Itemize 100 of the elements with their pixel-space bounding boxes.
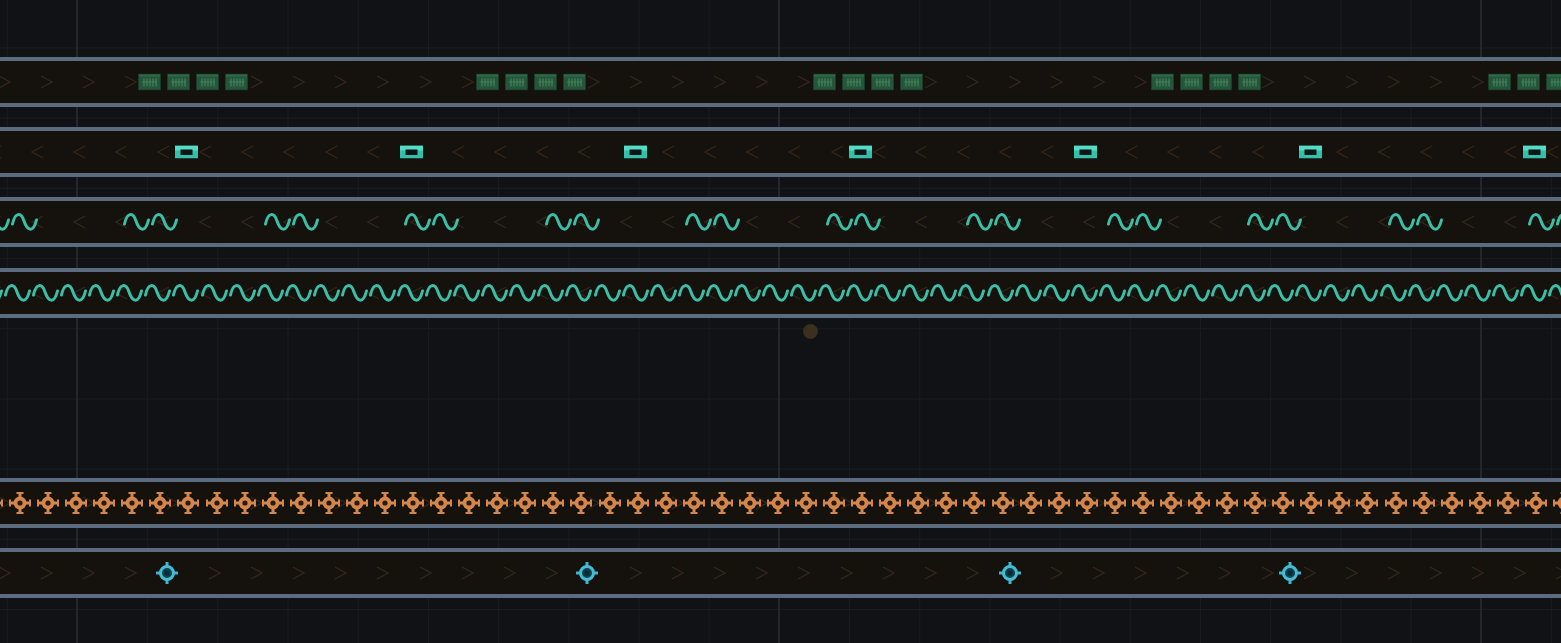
chevron-right-icon: [1386, 75, 1400, 89]
crosshair-icon: [9, 492, 32, 515]
chevron-left-icon: [1462, 285, 1475, 300]
sine-wave-icon: [958, 281, 986, 304]
sine-wave-icon: [1098, 281, 1126, 304]
chevron-right-icon: [1302, 566, 1316, 581]
chevron-left-icon: [283, 215, 297, 230]
sine-wave-icon: [340, 281, 368, 304]
chevron-right-icon: [671, 496, 685, 511]
chevron-right-icon: [81, 75, 95, 89]
sine-wave-icon: [544, 211, 572, 234]
chevron-left-icon: [535, 285, 549, 300]
chevron-left-icon: [746, 215, 760, 230]
chevron-right-icon: [292, 566, 306, 581]
sine-wave-icon: [1134, 211, 1162, 234]
chevron-left-icon: [1209, 215, 1223, 230]
crate-icon: [225, 73, 248, 91]
chevron-right-icon: [0, 496, 11, 511]
sine-wave-icon: [565, 281, 593, 304]
sine-wave-icon: [1247, 211, 1274, 234]
chevron-right-icon: [376, 566, 390, 581]
chevron-right-icon: [671, 75, 685, 89]
sine-wave-icon: [1387, 211, 1415, 234]
crosshair-icon: [1468, 492, 1491, 515]
crosshair-icon: [486, 492, 509, 515]
crosshair-icon: [430, 492, 453, 515]
crosshair-icon: [682, 492, 705, 515]
chevron-left-icon: [704, 285, 718, 300]
chevron-left-icon: [451, 285, 465, 300]
chevron-left-icon: [577, 215, 591, 230]
crosshair-icon: [1216, 492, 1239, 515]
sine-wave-icon: [256, 281, 284, 304]
target-ring-icon: [576, 562, 598, 585]
chevron-left-icon: [30, 285, 44, 300]
crosshair-icon: [93, 492, 116, 515]
chevron-right-icon: [1134, 566, 1148, 581]
sine-wave-icon: [88, 281, 116, 304]
chevron-right-icon: [1513, 566, 1527, 581]
crosshair-icon: [963, 492, 986, 515]
slot-block-icon: [399, 145, 423, 159]
chevron-left-icon: [1125, 145, 1139, 160]
chevron-right-icon: [460, 75, 474, 89]
crosshair-icon: [233, 492, 256, 515]
sine-wave-icon: [263, 211, 291, 234]
chevron-right-icon: [713, 75, 727, 89]
chevron-right-icon: [460, 566, 474, 581]
chevron-right-icon: [250, 566, 264, 581]
sine-wave-icon: [1407, 281, 1435, 304]
chevron-left-icon: [409, 285, 423, 300]
sine-wave-icon: [1295, 281, 1323, 304]
sine-wave-icon: [228, 281, 256, 304]
chevron-left-icon: [746, 285, 760, 300]
sine-wave-icon: [930, 281, 958, 304]
sine-wave-icon: [1528, 211, 1555, 234]
chevron-right-icon: [1007, 75, 1021, 89]
chevron-right-icon: [755, 75, 769, 89]
chevron-left-icon: [620, 215, 633, 230]
chevron-right-icon: [81, 496, 95, 511]
sine-wave-icon: [116, 281, 144, 304]
sine-wave-icon: [425, 281, 453, 304]
chevron-left-icon: [577, 145, 591, 160]
chevron-right-icon: [39, 75, 53, 89]
sine-wave-icon: [1323, 281, 1351, 304]
chevron-right-icon: [1134, 75, 1148, 89]
chevron-left-icon: [914, 145, 928, 160]
crate-icon: [475, 73, 499, 91]
chevron-right-icon: [586, 75, 600, 89]
chevron-left-icon: [1293, 215, 1307, 230]
crosshair-icon: [1300, 492, 1323, 515]
chevron-left-icon: [1504, 285, 1518, 300]
crosshair-icon: [121, 492, 144, 515]
chevron-left-icon: [325, 145, 339, 160]
chevron-right-icon: [629, 566, 642, 581]
sine-wave-icon: [1154, 281, 1182, 304]
crosshair-icon: [626, 492, 649, 515]
sine-wave-icon: [621, 281, 649, 304]
chevron-right-icon: [1260, 496, 1274, 511]
sine-wave-icon: [1042, 281, 1070, 304]
chevron-left-icon: [1125, 215, 1139, 230]
crosshair-icon: [149, 492, 172, 515]
chevron-left-icon: [1083, 285, 1097, 300]
crate-icon: [842, 73, 865, 91]
chevron-left-icon: [283, 285, 297, 300]
chevron-right-icon: [123, 566, 137, 581]
chevron-left-icon: [1167, 215, 1181, 230]
chevron-right-icon: [1050, 566, 1063, 581]
sine-wave-icon: [481, 281, 509, 304]
sine-wave-icon: [685, 211, 712, 234]
slot-block-icon: [175, 145, 198, 159]
crosshair-icon: [570, 492, 593, 515]
chevron-left-icon: [1335, 215, 1349, 230]
chevron-left-icon: [1377, 145, 1391, 160]
chevron-left-icon: [367, 285, 381, 300]
chevron-left-icon: [1209, 285, 1223, 300]
chevron-left-icon: [1377, 215, 1391, 230]
chevron-left-icon: [1167, 145, 1181, 160]
chevron-left-icon: [1335, 145, 1349, 160]
chevron-right-icon: [713, 566, 727, 581]
crosshair-icon: [851, 492, 874, 515]
chevron-left-icon: [1377, 285, 1391, 300]
